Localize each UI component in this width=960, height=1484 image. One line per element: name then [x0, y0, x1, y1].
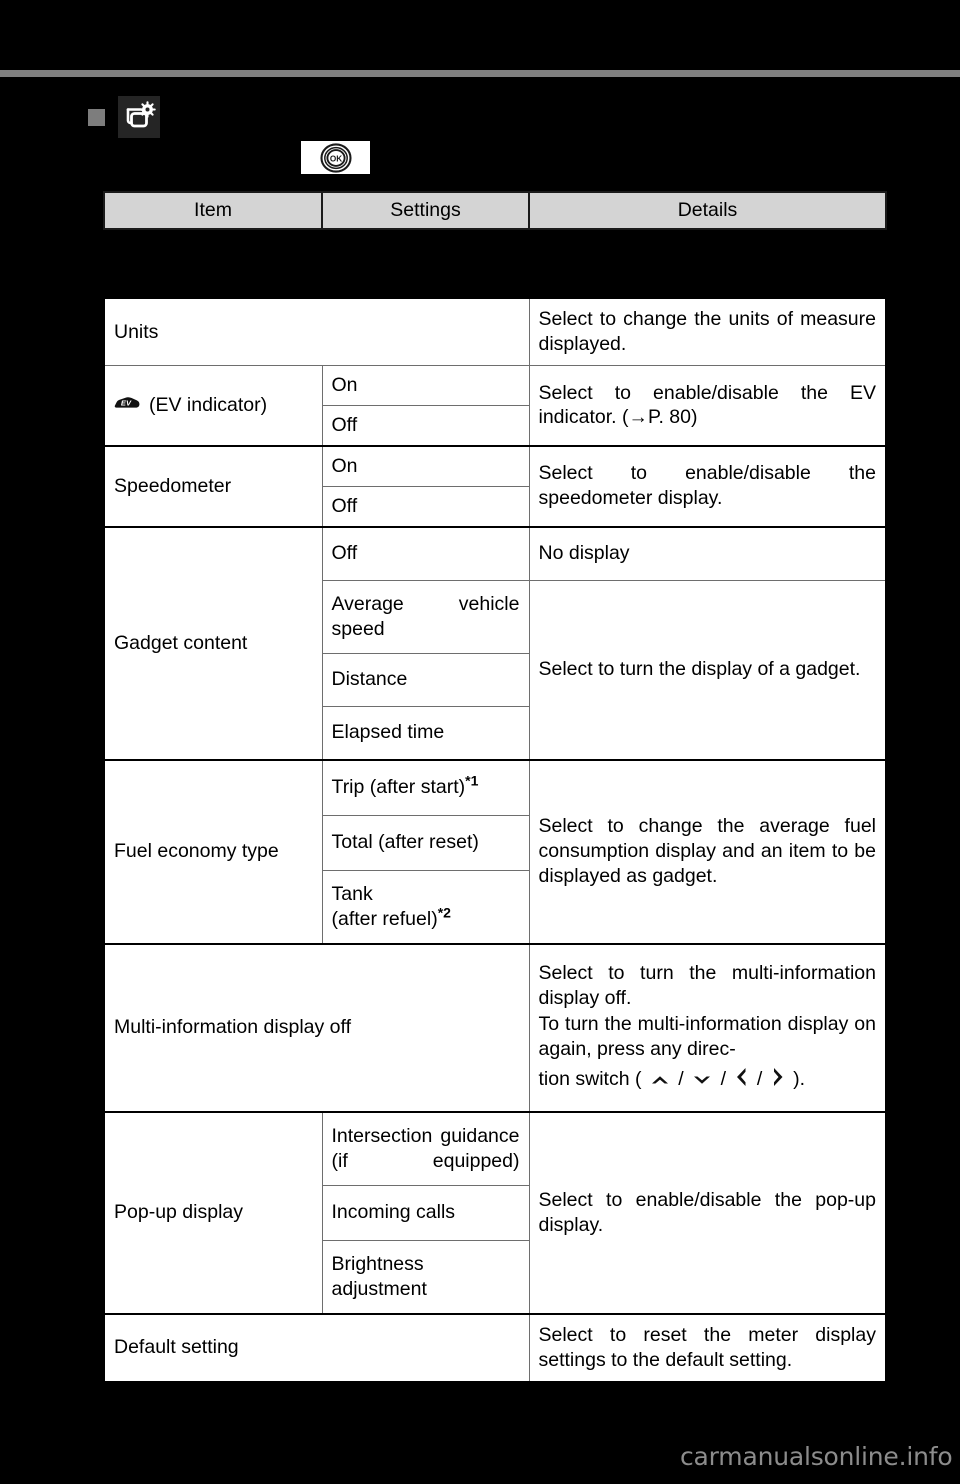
- table-row: Units Select to change the units of meas…: [103, 297, 887, 366]
- table-row: Pop-up display Intersection guidance (if…: [103, 1110, 887, 1315]
- row-details-ev-indicator: Select to enable/disable the EV indicato…: [528, 364, 887, 447]
- table-row: EV (EV indicator) On Select to enable/di…: [103, 364, 887, 447]
- row-item-gadget-content[interactable]: Gadget content: [103, 525, 323, 761]
- setting-option[interactable]: On: [321, 444, 530, 487]
- settings-table: Units Select to change the units of meas…: [103, 297, 887, 1383]
- setting-option-trip-label: Trip (after start): [331, 776, 466, 799]
- details-switch-prefix: tion switch (: [538, 1067, 642, 1090]
- table-row: Speedometer On Select to enable/disable …: [103, 444, 887, 528]
- details-switch-suffix: ).: [793, 1067, 806, 1090]
- site-watermark: carmanualsonline.info: [680, 1442, 953, 1471]
- chevron-right-icon: [770, 1066, 786, 1095]
- row-details-speedometer: Select to enable/disable the speedometer…: [528, 444, 887, 528]
- row-details-fuel-economy-type: Select to change the average fuel consum…: [528, 758, 887, 945]
- row-item-units[interactable]: Units: [103, 297, 530, 366]
- ok-button-label: OK: [329, 154, 341, 163]
- section-heading: [88, 96, 160, 138]
- table-row: Fuel economy type Trip (after start)*1 S…: [103, 758, 887, 945]
- details-paragraph-3: tion switch ( / / /).: [539, 1066, 877, 1095]
- row-item-default-setting[interactable]: Default setting: [103, 1312, 530, 1383]
- ev-indicator-icon: EV: [114, 393, 140, 418]
- display-settings-icon: [118, 96, 160, 138]
- setting-option[interactable]: Off: [321, 404, 530, 447]
- row-item-multi-info-display-off[interactable]: Multi-information display off: [103, 942, 530, 1113]
- setting-option[interactable]: Elapsed time: [321, 705, 530, 761]
- row-item-popup-display[interactable]: Pop-up display: [103, 1110, 323, 1315]
- setting-option[interactable]: Distance: [321, 652, 530, 707]
- row-item-fuel-economy-type[interactable]: Fuel economy type: [103, 758, 323, 945]
- setting-option[interactable]: Average vehicle speed: [321, 579, 530, 654]
- setting-option[interactable]: Intersection guidance (if equipped): [321, 1110, 530, 1186]
- setting-option[interactable]: Brightness adjustment: [321, 1239, 530, 1315]
- column-header-item: Item: [103, 191, 323, 230]
- row-item-ev-indicator-label: (EV indicator): [149, 393, 268, 416]
- chevron-up-icon: [649, 1070, 671, 1095]
- row-details-units: Select to change the units of measure di…: [528, 297, 887, 366]
- details-paragraph-2: To turn the multi-information display on…: [539, 1012, 877, 1062]
- chevron-left-icon: [733, 1066, 749, 1095]
- arrow-separator-3: /: [756, 1067, 763, 1090]
- setting-option[interactable]: Off: [321, 525, 530, 581]
- row-item-ev-indicator[interactable]: EV (EV indicator): [103, 364, 323, 447]
- row-item-speedometer[interactable]: Speedometer: [103, 444, 323, 528]
- column-header-details: Details: [528, 191, 887, 230]
- table-row: Default setting Select to reset the mete…: [103, 1312, 887, 1383]
- setting-option[interactable]: Off: [321, 485, 530, 528]
- ok-button-icon: OK: [301, 141, 370, 174]
- setting-option-tank-line2: (after refuel): [331, 907, 438, 930]
- footnote-marker-2: *2: [437, 904, 451, 921]
- chevron-down-icon: [691, 1070, 713, 1095]
- setting-option-tank[interactable]: Tank (after refuel)*2: [321, 869, 530, 945]
- row-details-default-setting: Select to reset the meter display settin…: [528, 1312, 887, 1383]
- setting-option-trip[interactable]: Trip (after start)*1: [321, 758, 530, 816]
- arrow-separator-2: /: [720, 1067, 726, 1090]
- setting-option-total[interactable]: Total (after reset): [321, 814, 530, 871]
- table-row: Multi-information display off Select to …: [103, 942, 887, 1113]
- row-details-gadget-content: Select to turn the display of a gadget.: [528, 579, 887, 761]
- footnote-marker-1: *1: [465, 772, 479, 789]
- square-bullet-icon: [88, 108, 105, 126]
- details-paragraph-1: Select to turn the multi-information dis…: [538, 961, 877, 1009]
- setting-option[interactable]: On: [321, 365, 530, 406]
- row-details-popup-display: Select to enable/disable the pop-up disp…: [528, 1110, 887, 1315]
- row-details-gadget-off: No display: [528, 525, 887, 581]
- table-row: Item Settings Details: [103, 191, 887, 230]
- details-paragraph-2-text: To turn the multi-information display on…: [538, 1012, 877, 1060]
- table-header-row: Item Settings Details: [103, 191, 887, 230]
- setting-option[interactable]: Incoming calls: [321, 1184, 530, 1241]
- header-divider-rule: [0, 70, 960, 77]
- row-details-multi-info-display-off: Select to turn the multi-information dis…: [528, 942, 887, 1113]
- table-row: Gadget content Off No display: [103, 525, 887, 761]
- svg-text:EV: EV: [121, 399, 132, 408]
- arrow-separator-1: /: [678, 1067, 684, 1090]
- column-header-settings: Settings: [321, 191, 530, 230]
- setting-option-tank-line1: Tank: [331, 882, 373, 905]
